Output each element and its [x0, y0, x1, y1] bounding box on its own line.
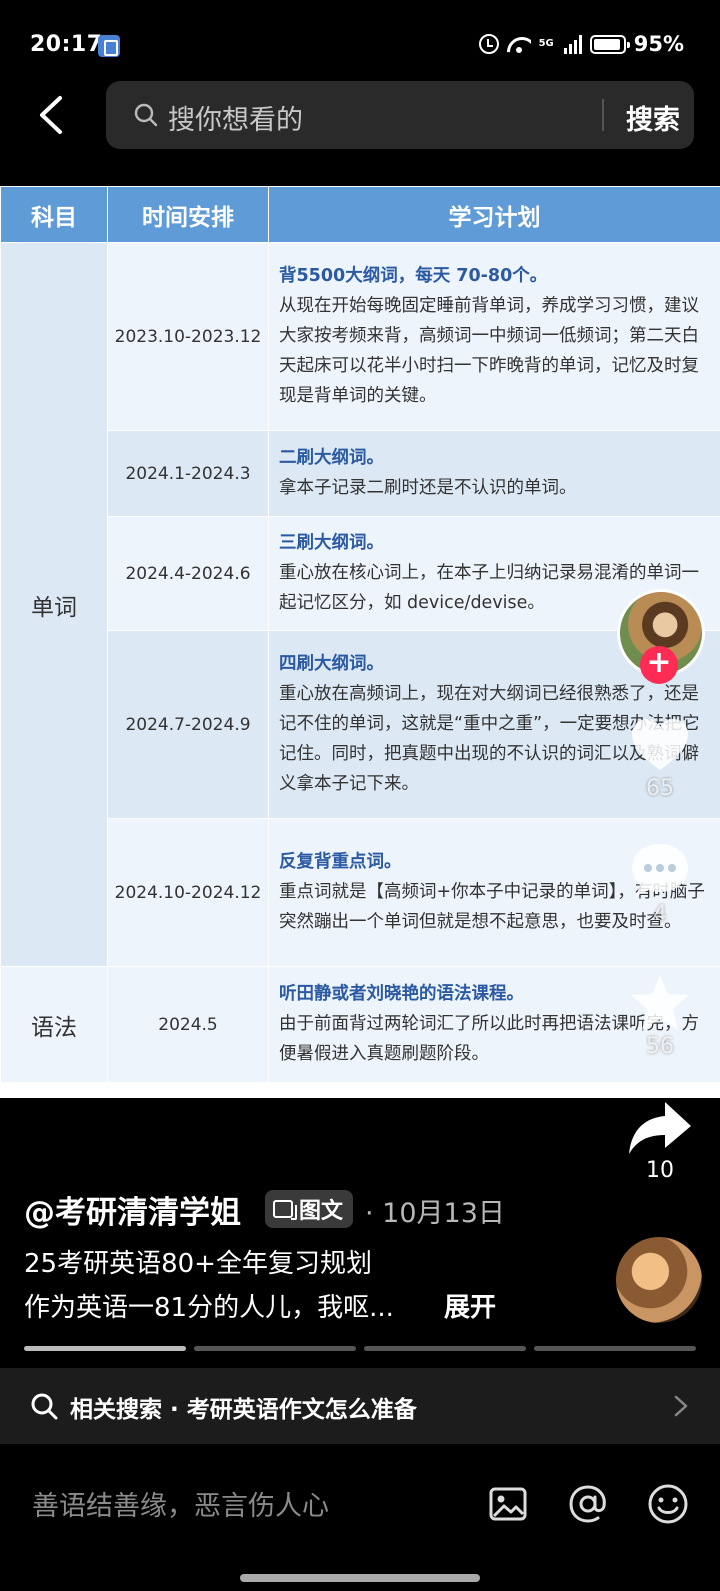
carousel-segment: [534, 1346, 696, 1351]
post-date: · 10月13日: [365, 1198, 505, 1229]
like-button[interactable]: 65: [610, 716, 710, 801]
subject-cell: 单词: [0, 242, 108, 967]
column-header: 科目: [0, 186, 108, 243]
time-cell: 2023.10-2023.12: [107, 242, 269, 431]
column-header: 时间安排: [107, 186, 269, 243]
table-row: 2024.4-2024.6 三刷大纲词。 重心放在核心词上，在本子上归纳记录易混…: [1, 516, 720, 631]
post-image[interactable]: 科目 时间安排 学习计划 单词 2023.10-2023.12 背5500大纲词…: [0, 186, 720, 1098]
carousel-segment: [194, 1346, 356, 1351]
plan-heading: 三刷大纲词。: [279, 532, 384, 553]
plan-cell: 二刷大纲词。 拿本子记录二刷时还是不认识的单词。: [268, 430, 720, 517]
time-cell: 2024.1-2024.3: [107, 430, 269, 517]
study-plan-table: 科目 时间安排 学习计划 单词 2023.10-2023.12 背5500大纲词…: [0, 186, 720, 1083]
signal-icon: [563, 34, 582, 54]
back-button[interactable]: [32, 92, 72, 138]
search-icon: [134, 103, 158, 127]
image-icon[interactable]: [486, 1482, 530, 1526]
share-button[interactable]: 10: [610, 1100, 710, 1183]
image-post-icon: [273, 1200, 297, 1220]
follow-button[interactable]: +: [640, 646, 678, 684]
author-name[interactable]: @考研清清学姐: [24, 1187, 241, 1232]
plan-cell: 背5500大纲词，每天 70-80个。 从现在开始每晚固定睡前背单词，养成学习习…: [268, 242, 720, 431]
favorite-button[interactable]: 56: [610, 972, 710, 1059]
table-row: 2024.1-2024.3 二刷大纲词。 拿本子记录二刷时还是不认识的单词。: [1, 430, 720, 517]
time-cell: 2024.10-2024.12: [107, 818, 269, 967]
emoji-icon[interactable]: [646, 1482, 690, 1526]
status-time: 20:17: [30, 32, 103, 57]
table-row: 单词 2023.10-2023.12 背5500大纲词，每天 70-80个。 从…: [0, 242, 720, 967]
subject-cell: 语法: [0, 966, 108, 1083]
post-type-label: 图文: [299, 1199, 344, 1224]
search-placeholder: 搜你想看的: [168, 105, 303, 136]
plan-text: 从现在开始每晚固定睡前背单词，养成学习习惯，建议大家按考频来背，高频词一中频词一…: [279, 295, 699, 406]
comment-input[interactable]: 善语结善缘，恶言伤人心: [32, 1484, 329, 1523]
related-search-text: 相关搜索 · 考研英语作文怎么准备: [70, 1397, 417, 1423]
wifi-icon: [507, 35, 531, 53]
image-carousel-indicator: [24, 1346, 696, 1351]
plan-heading: 背5500大纲词，每天 70-80个。: [279, 265, 548, 286]
chevron-right-icon: [674, 1395, 688, 1417]
comment-button[interactable]: 4: [610, 840, 710, 927]
table-header-row: 科目 时间安排 学习计划: [0, 186, 720, 243]
star-icon: [631, 975, 689, 1030]
search-input[interactable]: 搜你想看的 搜索: [106, 81, 694, 149]
time-cell: 2024.7-2024.9: [107, 630, 269, 819]
top-bar: 搜你想看的 搜索: [0, 68, 720, 183]
music-disc[interactable]: [616, 1237, 702, 1323]
alarm-icon: [478, 34, 499, 54]
carousel-segment: [364, 1346, 526, 1351]
search-button[interactable]: 搜索: [626, 98, 680, 137]
app-notification-icon: [98, 35, 120, 57]
column-header: 学习计划: [268, 186, 720, 243]
post-title: 25考研英语80+全年复习规划: [24, 1249, 372, 1279]
post-description: 作为英语一81分的人儿，我呕...: [24, 1293, 394, 1323]
status-icons: 5G 95%: [478, 32, 684, 56]
home-indicator[interactable]: [240, 1574, 480, 1582]
share-count: 10: [646, 1158, 674, 1183]
carousel-segment: [24, 1346, 186, 1351]
search-icon: [31, 1393, 58, 1420]
network-type: 5G: [538, 38, 554, 49]
time-cell: 2024.5: [107, 966, 269, 1083]
plan-heading: 二刷大纲词。: [279, 447, 384, 468]
battery-percent: 95%: [633, 32, 684, 56]
expand-button[interactable]: 展开: [444, 1287, 496, 1324]
favorite-count: 56: [646, 1034, 674, 1059]
chevron-left-icon: [40, 96, 62, 134]
battery-fill: [593, 38, 621, 50]
status-bar: 20:17 5G 95%: [0, 0, 720, 68]
share-icon: [629, 1102, 691, 1154]
mention-icon[interactable]: [566, 1482, 610, 1526]
post-type-badge: 图文: [265, 1190, 354, 1228]
like-count: 65: [646, 776, 674, 801]
time-cell: 2024.4-2024.6: [107, 516, 269, 631]
comment-bar: 善语结善缘，恶言伤人心: [0, 1444, 720, 1591]
comment-icon: [632, 844, 688, 896]
plan-text: 拿本子记录二刷时还是不认识的单词。: [279, 477, 577, 498]
heart-icon: [632, 719, 688, 770]
related-search-bar[interactable]: 相关搜索 · 考研英语作文怎么准备: [0, 1368, 720, 1444]
comment-count: 4: [653, 902, 667, 927]
search-divider: [602, 99, 604, 131]
battery-icon: [589, 34, 630, 54]
